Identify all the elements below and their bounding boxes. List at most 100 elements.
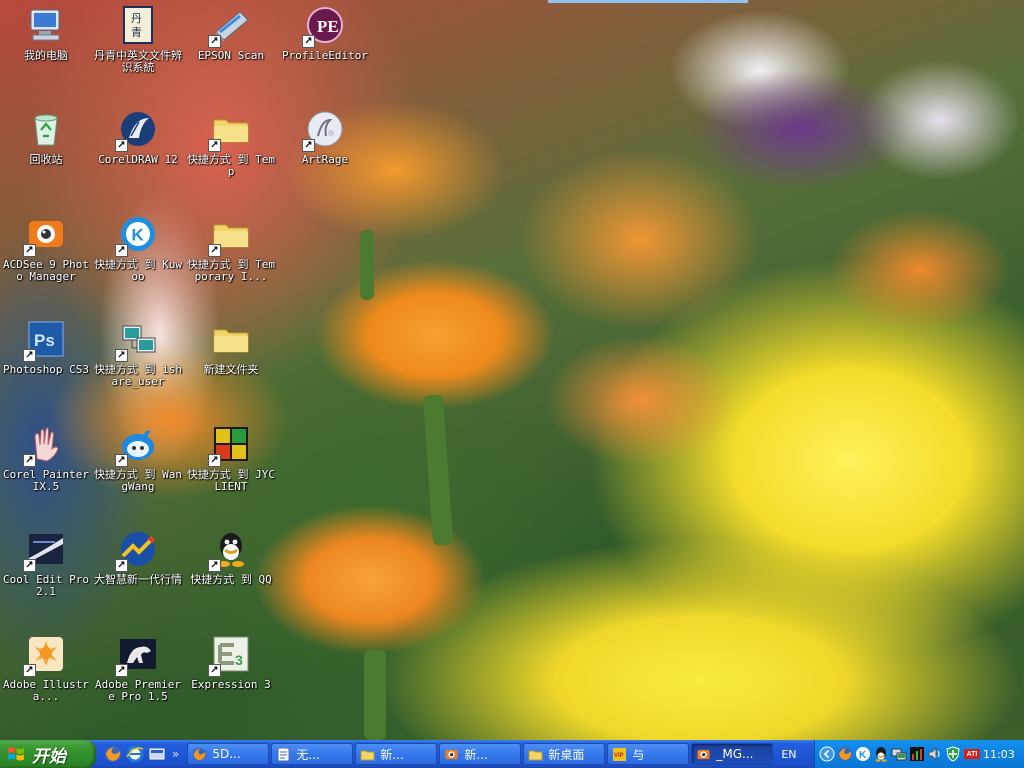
desktop-icon-photoshop[interactable]: Ps ↗ Photoshop CS3 — [0, 318, 92, 376]
desktop-icon-label: Adobe Premiere Pro 1.5 — [94, 678, 182, 703]
shortcut-arrow-icon: ↗ — [23, 244, 36, 257]
task-button[interactable]: VIP 与 — [607, 743, 690, 765]
shortcut-arrow-icon: ↗ — [302, 35, 315, 48]
desktop-icon-label: 快捷方式 到 Temporary I... — [186, 258, 276, 283]
desktop-icon-epson-scan[interactable]: ↗ EPSON Scan — [185, 4, 277, 62]
firefox-tray-icon[interactable] — [837, 746, 853, 762]
kuwoo-tray-icon[interactable]: K — [855, 746, 871, 762]
my-computer-icon — [25, 4, 67, 46]
dazhihui-icon: ↗ — [115, 528, 159, 572]
desktop-icon-label: EPSON Scan — [197, 49, 265, 62]
shortcut-arrow-icon: ↗ — [208, 454, 221, 467]
desktop-icon-label: CorelDRAW 12 — [98, 153, 178, 166]
desktop-icon-folder-temporary[interactable]: ↗ 快捷方式 到 Temporary I... — [185, 213, 277, 283]
desktop-icon-folder-temp[interactable]: ↗ 快捷方式 到 Temp — [185, 108, 277, 178]
wallpaper-stem — [360, 230, 374, 300]
shortcut-arrow-icon: ↗ — [115, 139, 128, 152]
desktop-icon-label: 快捷方式 到 Kuwoo — [93, 258, 183, 283]
desktop-icon-my-computer[interactable]: 我的电脑 — [0, 4, 92, 62]
desktop-icon-profile-editor[interactable]: PE ↗ ProfileEditor — [279, 4, 371, 62]
document-icon — [276, 747, 291, 762]
desktop-icon-coreldraw[interactable]: ↗ CorelDRAW 12 — [92, 108, 184, 166]
desktop-icon-kuwoo[interactable]: K ↗ 快捷方式 到 Kuwoo — [92, 213, 184, 283]
network-tray-icon[interactable] — [891, 746, 907, 762]
clock[interactable]: 11:03 — [983, 748, 1015, 761]
task-button-label: 新... — [380, 747, 404, 762]
danqing-icon: 丹青 — [117, 4, 159, 46]
svg-text:PE: PE — [317, 17, 339, 36]
desktop-icon-cool-edit[interactable]: ↗ Cool Edit Pro 2.1 — [0, 528, 92, 598]
folder-temp-icon: ↗ — [208, 108, 252, 152]
artrage-icon: ↗ — [302, 108, 346, 152]
desktop-icon-label: Photoshop CS3 — [2, 363, 90, 376]
desktop-icon-premiere[interactable]: ↗ Adobe Premiere Pro 1.5 — [92, 633, 184, 703]
desktop-icon-wangwang[interactable]: ↗ 快捷方式 到 WangWang — [92, 423, 184, 493]
wallpaper-stem — [422, 394, 454, 546]
stock-tray-icon[interactable] — [909, 746, 925, 762]
desktop-icon-label: 我的电脑 — [24, 49, 68, 62]
desktop-icon-expression[interactable]: 3 ↗ Expression 3 — [185, 633, 277, 691]
task-button[interactable]: _MG... — [691, 743, 774, 765]
desktop-icon-label: ProfileEditor — [281, 49, 369, 62]
desktop-icon-label: 快捷方式 到 JYCLIENT — [186, 468, 276, 493]
acdsee-icon — [696, 747, 711, 762]
desktop-icon-label: 新建文件夹 — [203, 363, 259, 376]
shortcut-arrow-icon: ↗ — [208, 664, 221, 677]
desktop-icon-label: 快捷方式 到 QQ — [190, 573, 272, 586]
shortcut-arrow-icon: ↗ — [208, 35, 221, 48]
desktop-icon-qq[interactable]: ↗ 快捷方式 到 QQ — [185, 528, 277, 586]
svg-text:K: K — [132, 226, 145, 245]
ati-tray-icon[interactable]: ATI — [963, 746, 981, 762]
desktop-icon-label: Corel Painter IX.5 — [2, 468, 90, 493]
quick-launch-firefox-icon[interactable] — [104, 745, 122, 763]
task-button[interactable]: 无... — [271, 743, 354, 765]
tray-expand-icon[interactable] — [819, 746, 835, 762]
quick-launch-ie-icon[interactable] — [126, 745, 144, 763]
desktop-icon-label: 快捷方式 到 Temp — [186, 153, 276, 178]
desktop-icon-ishare[interactable]: ↗ 快捷方式 到 ishare_user — [92, 318, 184, 388]
task-buttons: 5D... 无... 新... 新... 新桌面 VIP 与 _MG... — [187, 740, 774, 768]
desktop-icon-recycle-bin[interactable]: 回收站 — [0, 108, 92, 166]
new-folder-icon — [210, 318, 252, 360]
task-button[interactable]: 新桌面 — [523, 743, 606, 765]
quick-launch-show-desktop-icon[interactable] — [148, 745, 166, 763]
task-button-label: 与 — [632, 747, 645, 762]
shortcut-arrow-icon: ↗ — [23, 349, 36, 362]
desktop-icon-corel-painter[interactable]: ↗ Corel Painter IX.5 — [0, 423, 92, 493]
svg-text:青: 青 — [131, 26, 142, 39]
top-window-edge — [548, 0, 748, 3]
task-button[interactable]: 5D... — [187, 743, 270, 765]
task-button-label: 5D... — [212, 747, 241, 761]
desktop-icon-dazhihui[interactable]: ↗ 大智慧新一代行情 — [92, 528, 184, 586]
desktop-icon-label: ACDSee 9 Photo Manager — [2, 258, 90, 283]
folder-icon — [360, 747, 375, 762]
folder-icon — [528, 747, 543, 762]
desktop-icon-artrage[interactable]: ↗ ArtRage — [279, 108, 371, 166]
task-button[interactable]: 新... — [439, 743, 522, 765]
start-button[interactable]: 开始 — [0, 740, 96, 768]
desktop-icon-danqing[interactable]: 丹青丹青中英文文件辨识系統 — [92, 4, 184, 74]
profile-editor-icon: PE ↗ — [302, 4, 346, 48]
task-button[interactable]: 新... — [355, 743, 438, 765]
task-button-label: 无... — [296, 747, 320, 762]
desktop-icon-label: 大智慧新一代行情 — [94, 573, 182, 586]
desktop-icon-illustrator[interactable]: ↗ Adobe Illustra... — [0, 633, 92, 703]
svg-text:丹: 丹 — [131, 12, 142, 25]
system-tray: K ATI 11:03 — [814, 740, 1024, 768]
qq-tray-icon[interactable] — [873, 746, 889, 762]
wallpaper-stem — [364, 650, 386, 740]
desktop-icon-acdsee[interactable]: ↗ ACDSee 9 Photo Manager — [0, 213, 92, 283]
shortcut-arrow-icon: ↗ — [115, 664, 128, 677]
quick-launch-more-icon[interactable]: » — [172, 747, 179, 761]
recycle-bin-icon — [25, 108, 67, 150]
windows-flag-icon — [8, 747, 24, 761]
speaker-tray-icon[interactable] — [927, 746, 943, 762]
svg-text:VIP: VIP — [614, 753, 624, 759]
vip-icon: VIP — [612, 747, 627, 762]
desktop-icon-jyclient[interactable]: ↗ 快捷方式 到 JYCLIENT — [185, 423, 277, 493]
desktop-icon-new-folder[interactable]: 新建文件夹 — [185, 318, 277, 376]
desktop-icon-label: 快捷方式 到 WangWang — [93, 468, 183, 493]
language-indicator[interactable]: EN — [781, 748, 801, 761]
shield-tray-icon[interactable] — [945, 746, 961, 762]
cool-edit-icon: ↗ — [23, 528, 67, 572]
